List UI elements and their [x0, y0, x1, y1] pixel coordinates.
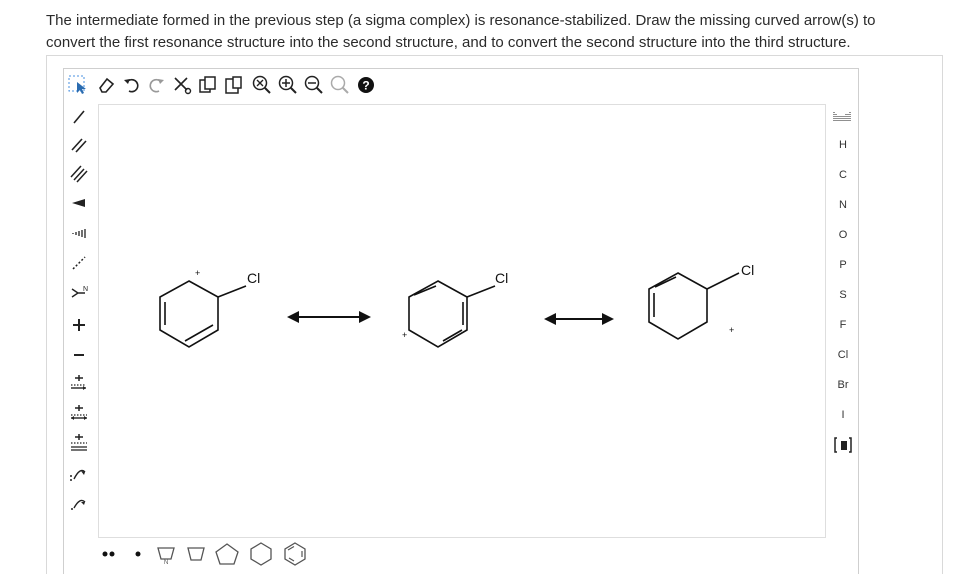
redo-icon[interactable] — [145, 70, 167, 100]
drawing-canvas[interactable]: Cl + Cl + Cl + — [98, 104, 826, 538]
copy-icon[interactable] — [197, 70, 219, 100]
atom-n-button[interactable]: N — [827, 192, 859, 218]
charge-label-2: + — [402, 330, 407, 340]
atom-cl-button[interactable]: Cl — [827, 342, 859, 368]
help-icon[interactable]: ? — [355, 70, 377, 100]
question-line-2: convert the first resonance structure in… — [46, 34, 851, 51]
atom-br-button[interactable]: Br — [827, 372, 859, 398]
reaction-drawing: Cl + Cl + Cl + — [159, 262, 754, 348]
charge-label-3: + — [729, 325, 734, 335]
svg-text:N: N — [83, 286, 88, 293]
atom-f-button[interactable]: F — [827, 312, 859, 338]
cut-icon[interactable] — [171, 70, 193, 100]
atom-h-button[interactable]: H — [827, 132, 859, 158]
triple-bond-icon[interactable] — [63, 160, 95, 186]
double-bond-icon[interactable] — [63, 132, 95, 158]
question-text: The intermediate formed in the previous … — [46, 10, 926, 54]
bottom-toolbar: N — [98, 540, 338, 568]
paste-icon[interactable] — [223, 70, 245, 100]
cyclobutane-template[interactable] — [184, 540, 208, 568]
eraser-icon[interactable] — [95, 70, 117, 100]
resonance-structure-1[interactable] — [159, 279, 247, 348]
cl-label-3: Cl — [741, 262, 754, 278]
zoom-in-icon[interactable] — [277, 70, 299, 100]
resonance-structure-3[interactable] — [648, 272, 740, 340]
arrow-forward-icon[interactable] — [63, 370, 95, 396]
atom-p-button[interactable]: P — [827, 252, 859, 278]
atom-i-button[interactable]: I — [827, 402, 859, 428]
single-bond-icon[interactable] — [63, 104, 95, 130]
positive-charge-icon[interactable] — [63, 312, 95, 338]
bracket-icon[interactable] — [827, 432, 859, 458]
curved-arrow-pair-icon[interactable] — [63, 460, 95, 486]
zoom-out-icon[interactable] — [303, 70, 325, 100]
atom-c-button[interactable]: C — [827, 162, 859, 188]
arrow-equilibrium-icon[interactable] — [63, 430, 95, 456]
atom-s-button[interactable]: S — [827, 282, 859, 308]
select-icon[interactable] — [67, 70, 89, 100]
cl-label-1: Cl — [247, 270, 260, 286]
pentagon-template[interactable] — [212, 540, 242, 568]
lone-pair-icon[interactable] — [98, 540, 120, 568]
cyclopropane-template[interactable]: N — [154, 540, 178, 568]
cl-label-2: Cl — [495, 270, 508, 286]
clean-icon[interactable] — [329, 70, 351, 100]
atom-o-button[interactable]: O — [827, 222, 859, 248]
charge-label-1: + — [195, 268, 200, 278]
svg-text:?: ? — [362, 79, 369, 93]
dashed-bond-icon[interactable] — [63, 250, 95, 276]
resonance-arrow-2 — [544, 313, 614, 325]
benzene-template[interactable] — [280, 540, 310, 568]
question-line-1: The intermediate formed in the previous … — [46, 12, 876, 29]
resonance-structure-2[interactable] — [408, 280, 496, 348]
resonance-arrow-1 — [287, 311, 371, 323]
arrow-resonance-icon[interactable] — [63, 400, 95, 426]
wedge-bond-icon[interactable] — [63, 190, 95, 216]
periodic-table-icon[interactable] — [827, 104, 859, 130]
svg-text:N: N — [164, 560, 168, 565]
negative-charge-icon[interactable] — [63, 342, 95, 368]
chain-icon[interactable]: N — [63, 280, 95, 306]
radical-icon[interactable] — [128, 540, 148, 568]
zoom-reset-icon[interactable] — [251, 70, 273, 100]
undo-icon[interactable] — [121, 70, 143, 100]
hexagon-template[interactable] — [246, 540, 276, 568]
curved-arrow-single-icon[interactable] — [63, 490, 95, 516]
hash-bond-icon[interactable] — [63, 220, 95, 246]
